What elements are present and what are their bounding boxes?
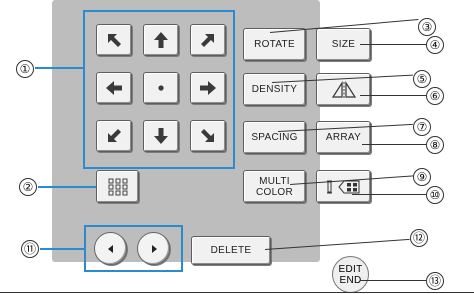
arrow-down-right-icon bbox=[201, 129, 214, 142]
move-down-left-button[interactable] bbox=[96, 120, 132, 152]
arrow-up-right-icon bbox=[201, 34, 214, 47]
callout-7: ⑦ bbox=[413, 118, 431, 136]
arrow-up-icon bbox=[154, 32, 168, 48]
callout-13: ⑬ bbox=[426, 272, 444, 290]
callout-4-line bbox=[360, 44, 426, 45]
density-button[interactable]: DENSITY bbox=[243, 73, 306, 106]
multi-color-button[interactable]: MULTI COLOR bbox=[243, 170, 306, 203]
pattern-select-button[interactable] bbox=[316, 170, 371, 203]
delete-button[interactable]: DELETE bbox=[191, 236, 271, 265]
callout-2-line bbox=[38, 186, 96, 188]
callout-13-line bbox=[360, 280, 426, 281]
move-up-button[interactable] bbox=[143, 24, 179, 56]
callout-6: ⑥ bbox=[426, 87, 444, 105]
prev-button[interactable] bbox=[94, 232, 127, 265]
callout-1: ① bbox=[16, 60, 34, 78]
move-up-left-button[interactable] bbox=[96, 24, 132, 56]
callout-11-line bbox=[40, 248, 84, 250]
grid-icon bbox=[108, 178, 127, 195]
callout-6-line bbox=[360, 95, 426, 96]
next-icon bbox=[151, 244, 157, 253]
move-right-button[interactable] bbox=[190, 72, 226, 104]
next-button[interactable] bbox=[137, 232, 170, 265]
callout-12: ⑫ bbox=[410, 229, 428, 247]
multi-color-label-1: MULTI bbox=[259, 175, 290, 187]
prev-icon bbox=[107, 244, 113, 253]
center-button[interactable] bbox=[143, 72, 179, 104]
grid-button[interactable] bbox=[96, 170, 139, 203]
callout-11: ⑪ bbox=[21, 240, 39, 258]
multi-color-label-2: COLOR bbox=[255, 186, 294, 198]
center-dot-icon bbox=[158, 85, 164, 91]
callout-5: ⑤ bbox=[413, 70, 431, 88]
rotate-button[interactable]: ROTATE bbox=[243, 28, 306, 61]
arrow-up-left-icon bbox=[108, 34, 121, 47]
callout-10: ⑩ bbox=[426, 186, 444, 204]
move-left-button[interactable] bbox=[96, 72, 132, 104]
callout-8-line bbox=[362, 144, 426, 145]
edit-end-button[interactable]: EDIT END bbox=[332, 256, 369, 293]
callout-9: ⑨ bbox=[413, 168, 431, 186]
arrow-down-left-icon bbox=[108, 129, 121, 142]
callout-1-line bbox=[35, 67, 83, 69]
arrow-left-icon bbox=[106, 81, 122, 95]
edit-end-label-2: END bbox=[339, 274, 362, 286]
arrow-right-icon bbox=[200, 81, 216, 95]
move-up-right-button[interactable] bbox=[190, 24, 226, 56]
move-down-right-button[interactable] bbox=[190, 120, 226, 152]
callout-10-line bbox=[352, 194, 426, 195]
callout-8: ⑧ bbox=[426, 136, 444, 154]
callout-4: ④ bbox=[426, 36, 444, 54]
mirror-icon bbox=[331, 80, 356, 98]
arrow-down-icon bbox=[154, 128, 168, 144]
callout-2: ② bbox=[19, 178, 37, 196]
spacing-button[interactable]: SPACING bbox=[243, 121, 306, 154]
callout-3: ③ bbox=[418, 18, 436, 36]
edit-end-label-1: EDIT bbox=[338, 263, 363, 275]
move-down-button[interactable] bbox=[143, 120, 179, 152]
bottom-rule bbox=[0, 292, 474, 293]
